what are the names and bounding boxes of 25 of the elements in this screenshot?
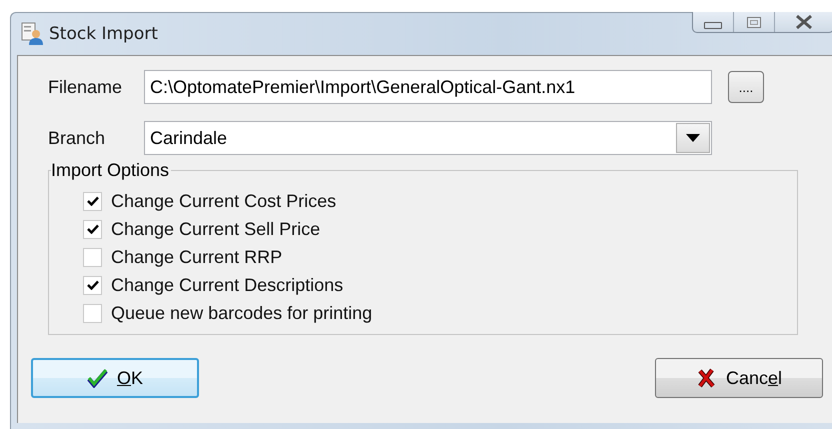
check-icon xyxy=(86,368,109,388)
checkbox[interactable] xyxy=(83,276,102,294)
cancel-button[interactable]: Cancel xyxy=(655,358,823,398)
checkmark-icon xyxy=(86,224,98,234)
checkbox[interactable] xyxy=(83,192,102,210)
checkmark-icon xyxy=(86,280,98,290)
option-label: Change Current Sell Price xyxy=(111,218,320,240)
window-title: Stock Import xyxy=(49,24,158,44)
browse-button[interactable]: .... xyxy=(728,71,764,103)
checkbox[interactable] xyxy=(83,248,102,266)
filename-field[interactable]: C:\OptomatePremier\Import\GeneralOptical-Gant.nx1 xyxy=(144,70,712,104)
option-label: Queue new barcodes for printing xyxy=(111,302,372,324)
option-label: Change Current Descriptions xyxy=(111,274,344,296)
option-label: Change Current Cost Prices xyxy=(111,190,336,212)
branch-label: Branch xyxy=(48,128,106,148)
group-title: Import Options xyxy=(51,160,172,181)
checkmark-icon xyxy=(86,196,98,206)
checkbox[interactable] xyxy=(83,304,102,322)
checkbox[interactable] xyxy=(83,220,102,238)
app-icon xyxy=(21,22,43,46)
branch-dropdown[interactable]: Carindale xyxy=(144,121,712,155)
ok-button[interactable]: OK xyxy=(31,358,199,398)
close-icon xyxy=(794,14,814,30)
option-label: Change Current RRP xyxy=(111,246,282,268)
filename-label: Filename xyxy=(48,76,124,98)
